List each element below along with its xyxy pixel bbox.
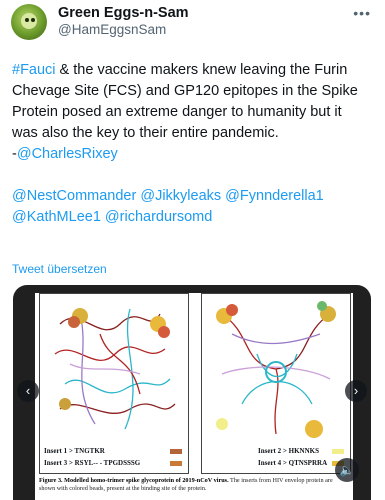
- mention-link[interactable]: @KathMLee1: [12, 209, 101, 225]
- legend-insert-4: Insert 4 > QTNSPRRA: [258, 459, 328, 467]
- tweet-media[interactable]: Insert 1 > TNGTKR Insert 3 > RSYL-- - TP…: [13, 285, 371, 500]
- previous-media-icon[interactable]: ‹: [17, 380, 39, 402]
- avatar-eye-icon: [25, 18, 29, 22]
- legend-insert-1: Insert 1 > TNGTKR: [44, 447, 105, 455]
- avatar[interactable]: [11, 4, 47, 40]
- legend-insert-2: Insert 2 > HKNNKS: [258, 447, 319, 455]
- tweet-text: #Fauci & the vaccine makers knew leaving…: [12, 60, 367, 228]
- protein-structure-right: [201, 293, 351, 445]
- protein-structure-left: [39, 293, 189, 445]
- avatar-eye-icon: [31, 18, 35, 22]
- legend-swatch-2: [332, 449, 344, 454]
- author-display-name[interactable]: Green Eggs-n-Sam: [58, 5, 189, 21]
- mention-link[interactable]: @CharlesRixey: [17, 146, 118, 162]
- figure-caption-title: Figure 3. Modelled homo-trimer spike gly…: [39, 477, 229, 484]
- legend-insert-3: Insert 3 > RSYL-- - TPGDSSSG: [44, 459, 141, 467]
- figure-caption: Figure 3. Modelled homo-trimer spike gly…: [39, 477, 349, 493]
- translate-tweet-link[interactable]: Tweet übersetzen: [12, 262, 107, 276]
- mention-link[interactable]: @richardursomd: [105, 209, 212, 225]
- more-options-icon[interactable]: •••: [353, 5, 371, 21]
- mention-link[interactable]: @Fynnderella1: [225, 188, 324, 204]
- legend-right: Insert 2 > HKNNKS Insert 4 > QTNSPRRA: [201, 443, 351, 474]
- mention-link[interactable]: @NestCommander: [12, 188, 136, 204]
- legend-left: Insert 1 > TNGTKR Insert 3 > RSYL-- - TP…: [39, 443, 189, 474]
- legend-swatch-1: [170, 449, 182, 454]
- legend-swatch-3: [170, 461, 182, 466]
- tweet-body: & the vaccine makers knew leaving the Fu…: [12, 62, 358, 141]
- next-media-icon[interactable]: ›: [345, 380, 367, 402]
- hashtag-link[interactable]: #Fauci: [12, 62, 56, 78]
- figure-image: Insert 1 > TNGTKR Insert 3 > RSYL-- - TP…: [35, 293, 353, 500]
- sound-icon[interactable]: 🔈: [335, 458, 359, 482]
- mention-link[interactable]: @Jikkyleaks: [140, 188, 221, 204]
- author-handle[interactable]: @HamEggsnSam: [58, 22, 166, 37]
